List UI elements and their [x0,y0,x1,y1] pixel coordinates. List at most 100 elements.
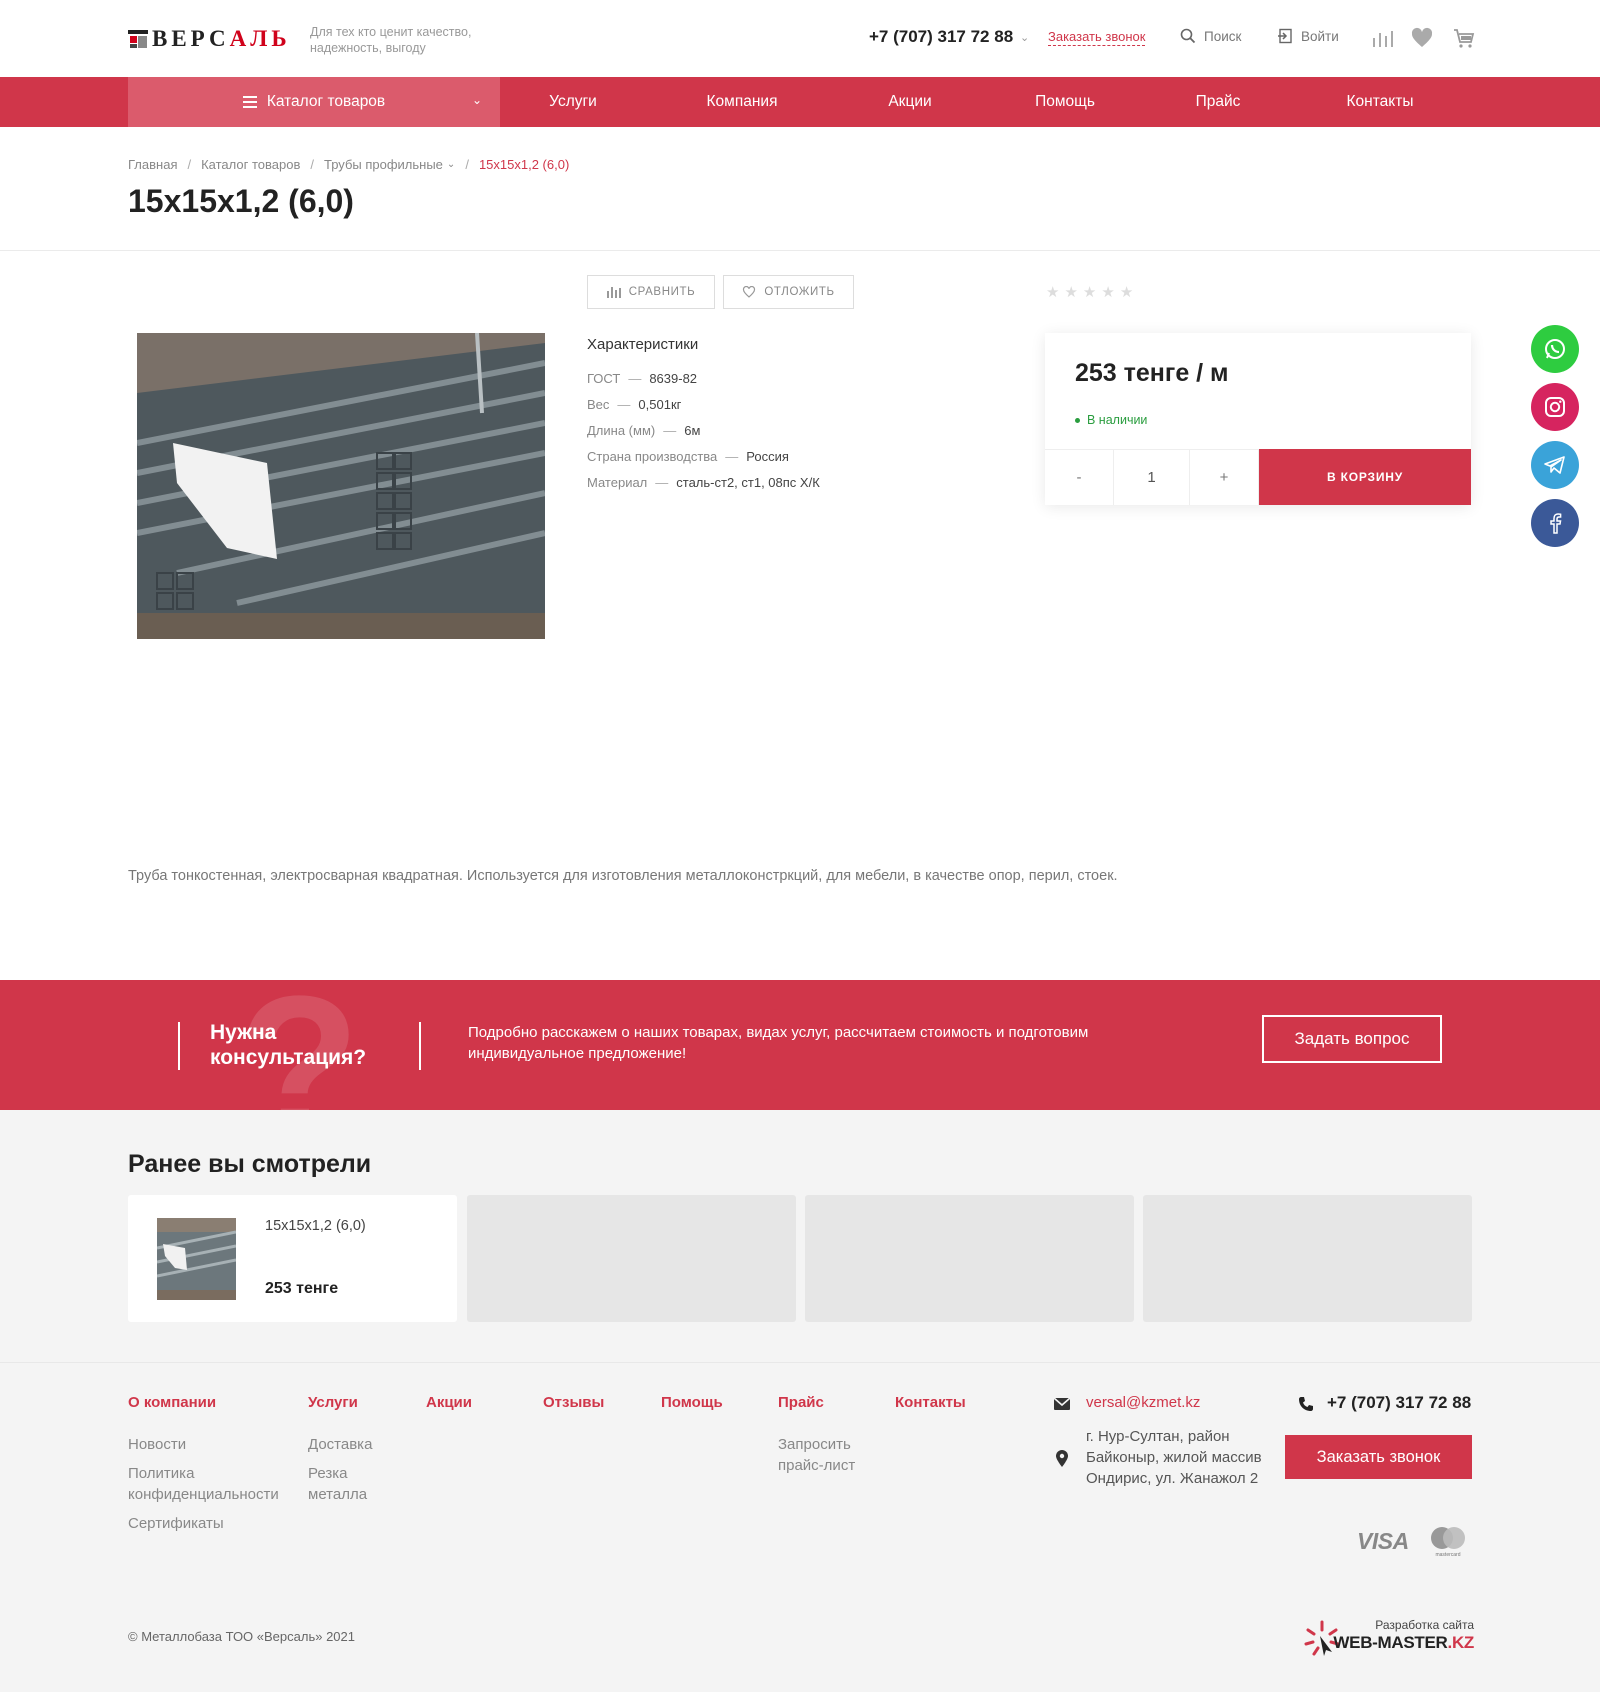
characteristic-row: ГОСТ — 8639-82 [587,371,697,386]
telegram-button[interactable] [1531,441,1579,489]
rating-stars[interactable]: ★ ★ ★ ★ ★ [1046,283,1133,301]
footer-link-metal-cutting[interactable]: Резка металла [308,1463,388,1505]
tagline: Для тех кто ценит качество, надежность, … [310,25,472,55]
stock-status: В наличии [1075,413,1147,427]
divider [419,1022,421,1070]
footer-link-privacy[interactable]: Политика конфиденциальности [128,1463,298,1505]
qty-input[interactable]: 1 [1114,450,1190,505]
compare-icon[interactable] [1370,26,1394,50]
footer-heading-help[interactable]: Помощь [661,1394,723,1411]
phone-icon [1299,1397,1313,1411]
developer-credit[interactable]: Разработка сайта WEB-MASTER.KZ [1302,1618,1474,1662]
dash-separator: — [655,475,669,490]
viewed-product-card[interactable]: 15x15x1,2 (6,0) 253 тенге [128,1195,457,1322]
star-icon[interactable]: ★ [1120,283,1133,301]
nav-item-price[interactable]: Прайс [1185,77,1251,127]
nav-item-contacts[interactable]: Контакты [1337,77,1423,127]
defer-button[interactable]: ОТЛОЖИТЬ [723,275,854,309]
consultation-banner: ? Нужна консультация? Подробно расскажем… [0,980,1600,1110]
characteristic-row: Длина (мм) — 6м [587,423,700,438]
ask-question-button[interactable]: Задать вопрос [1262,1015,1442,1063]
heart-icon [743,286,756,298]
developer-brand: WEB-MASTER.KZ [1333,1633,1474,1652]
menu-icon [242,96,257,108]
location-pin-icon [1056,1450,1068,1467]
viewed-placeholder-card [805,1195,1134,1322]
viewed-product-name[interactable]: 15x15x1,2 (6,0) [265,1218,366,1234]
footer-heading-reviews[interactable]: Отзывы [543,1394,604,1411]
compare-label: СРАВНИТЬ [628,286,696,298]
catalog-menu-label: Каталог товаров [266,93,386,110]
star-icon[interactable]: ★ [1083,283,1096,301]
chevron-down-icon[interactable]: ⌄ [447,159,455,170]
dash-separator: — [663,423,677,438]
footer-link-certificates[interactable]: Сертификаты [128,1513,224,1534]
product-image[interactable] [137,333,545,639]
product-description: Труба тонкостенная, электросварная квадр… [128,868,1118,884]
qty-minus-button[interactable]: - [1045,450,1114,505]
footer-heading-contacts[interactable]: Контакты [895,1394,966,1411]
viewed-product-image[interactable] [157,1218,236,1300]
whatsapp-icon [1545,339,1565,359]
login-button[interactable]: Войти [1277,28,1339,44]
quantity-stepper: - 1 + [1045,449,1259,505]
nav-item-help[interactable]: Помощь [1024,77,1106,127]
breadcrumb-current: 15x15x1,2 (6,0) [478,157,570,172]
breadcrumb-home[interactable]: Главная [128,157,177,172]
characteristic-name: Вес [587,397,610,412]
search-button[interactable]: Поиск [1180,28,1241,44]
footer-heading-about[interactable]: О компании [128,1394,216,1411]
mastercard-logo: mastercard [1431,1527,1465,1558]
nav-item-company[interactable]: Компания [696,77,788,127]
footer-heading-promotions[interactable]: Акции [426,1394,472,1411]
main-nav: Каталог товаров ⌄ Услуги Компания Акции … [0,77,1600,127]
footer-heading-price[interactable]: Прайс [778,1394,824,1411]
instagram-button[interactable] [1531,383,1579,431]
qty-plus-button[interactable]: + [1190,450,1259,505]
characteristic-value: 0,501кг [638,397,682,412]
add-to-cart-button[interactable]: В КОРЗИНУ [1259,449,1471,505]
characteristic-row: Страна производства — Россия [587,449,789,464]
breadcrumb-catalog[interactable]: Каталог товаров [201,157,300,172]
characteristic-name: Длина (мм) [587,423,656,438]
dash-separator: — [628,371,642,386]
breadcrumb-category[interactable]: Трубы профильные [324,157,443,172]
cart-icon[interactable] [1452,26,1476,50]
footer-link-delivery[interactable]: Доставка [308,1434,372,1455]
breadcrumb-separator: / [465,157,469,172]
order-call-link[interactable]: Заказать звонок [1048,28,1146,46]
characteristic-row: Вес — 0,501кг [587,397,681,412]
characteristic-name: Страна производства [587,449,718,464]
star-icon[interactable]: ★ [1064,283,1077,301]
characteristic-value: 8639-82 [649,371,698,386]
compare-icon [606,287,621,298]
footer-phone[interactable]: +7 (707) 317 72 88 [1327,1393,1471,1413]
star-icon[interactable]: ★ [1046,283,1059,301]
mail-icon [1054,1398,1070,1410]
divider [0,250,1600,251]
facebook-icon [1550,513,1562,534]
star-icon[interactable]: ★ [1101,283,1114,301]
order-call-button[interactable]: Заказать звонок [1285,1435,1472,1479]
header-phone[interactable]: +7 (707) 317 72 88 [869,27,1013,47]
footer-email[interactable]: versal@kzmet.kz [1086,1394,1200,1411]
buy-box: 253 тенге / м В наличии - 1 + В КОРЗИНУ [1045,333,1471,505]
logo[interactable]: ВЕРСАЛЬ [128,22,291,56]
recently-viewed-title: Ранее вы смотрели [128,1150,372,1178]
footer-link-request-price[interactable]: Запросить прайс-лист [778,1434,878,1476]
footer-link-news[interactable]: Новости [128,1434,186,1455]
login-label: Войти [1301,28,1339,44]
breadcrumb-separator: / [310,157,314,172]
compare-button[interactable]: СРАВНИТЬ [587,275,715,309]
catalog-menu-button[interactable]: Каталог товаров ⌄ [128,77,500,127]
characteristic-name: ГОСТ [587,371,621,386]
characteristic-value: сталь-ст2, ст1, 08пс Х/К [676,475,820,490]
whatsapp-button[interactable] [1531,325,1579,373]
footer-heading-services[interactable]: Услуги [308,1394,358,1411]
product-price: 253 тенге / м [1075,359,1229,387]
nav-item-promotions[interactable]: Акции [873,77,947,127]
facebook-button[interactable] [1531,499,1579,547]
nav-item-services[interactable]: Услуги [532,77,614,127]
chevron-down-icon[interactable]: ⌄ [1020,31,1029,44]
heart-icon[interactable] [1410,26,1434,50]
